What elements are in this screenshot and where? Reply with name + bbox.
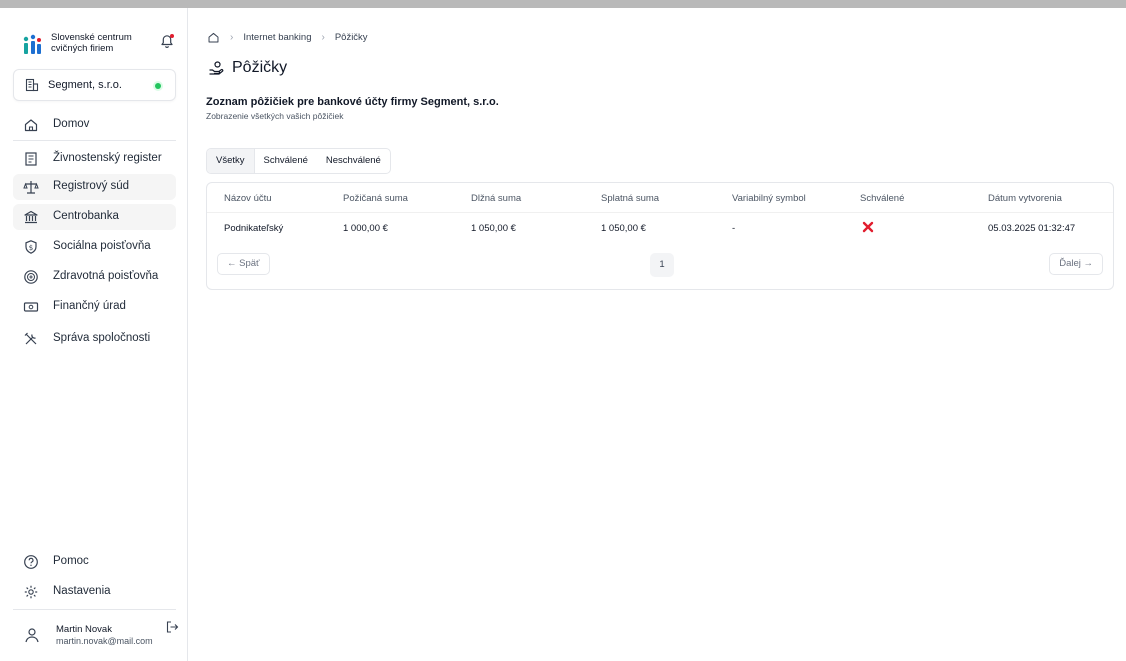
column-header: Splatná suma xyxy=(601,193,660,204)
cell-account: Podnikateľský xyxy=(224,223,284,234)
cross-icon xyxy=(862,221,874,233)
column-header: Dlžná suma xyxy=(471,193,522,204)
cell-due: 1 050,00 € xyxy=(601,223,646,234)
pagination-next-button[interactable]: Ďalej → xyxy=(1049,253,1103,275)
column-header: Názov účtu xyxy=(224,193,272,204)
sidebar-item-label: Domov xyxy=(53,118,90,130)
home-icon[interactable] xyxy=(207,31,220,44)
sidebar-item-home[interactable]: Domov xyxy=(13,112,176,138)
filter-tab-approved[interactable]: Schválené xyxy=(255,149,317,173)
loan-icon xyxy=(209,61,224,75)
filter-tabs: Všetky Schválené Neschválené xyxy=(206,148,391,174)
pagination-next-label: Ďalej xyxy=(1059,258,1081,269)
shield-icon: $ xyxy=(25,240,37,254)
sidebar-item-company-management[interactable]: Správa spoločnosti xyxy=(13,326,176,352)
bell-icon[interactable] xyxy=(158,32,176,50)
sidebar-item-tax-office[interactable]: Finančný úrad xyxy=(13,294,176,320)
filter-tab-all[interactable]: Všetky xyxy=(207,149,255,173)
company-switcher[interactable]: Segment, s.r.o. xyxy=(13,69,176,101)
pagination-prev-button[interactable]: ← Späť xyxy=(217,253,270,275)
main-content: › Internet banking › Pôžičky Pôžičky Zoz… xyxy=(189,8,1126,661)
svg-text:$: $ xyxy=(29,244,33,252)
bank-icon xyxy=(24,210,38,224)
sidebar-item-health-insurance[interactable]: Zdravotná poisťovňa xyxy=(13,264,176,290)
pagination-prev-label: Späť xyxy=(239,258,260,269)
column-header: Dátum vytvorenia xyxy=(988,193,1062,204)
user-profile[interactable]: Martin Novak martin.novak@mail.com xyxy=(13,620,179,660)
list-title: Zoznam pôžičiek pre bankové účty firmy S… xyxy=(206,96,499,108)
sidebar-item-help[interactable]: Pomoc xyxy=(13,549,176,575)
sidebar-item-label: Živnostenský register xyxy=(53,152,162,164)
sidebar: Slovenské centrum cvičných firiem Segmen… xyxy=(0,8,188,661)
status-dot xyxy=(155,83,161,89)
cell-variable-symbol: - xyxy=(732,223,736,234)
scales-icon xyxy=(23,181,39,194)
scf-logo-icon xyxy=(23,34,41,54)
building-icon xyxy=(25,78,39,92)
breadcrumb-item-current: Pôžičky xyxy=(334,31,368,43)
sidebar-item-centrobanka[interactable]: Centrobanka xyxy=(13,204,176,230)
filter-tab-unapproved[interactable]: Neschválené xyxy=(317,149,390,173)
sidebar-item-label: Registrový súd xyxy=(53,180,130,192)
sidebar-item-label: Finančný úrad xyxy=(53,300,126,312)
breadcrumb-separator: › xyxy=(230,31,234,43)
sidebar-item-label: Zdravotná poisťovňa xyxy=(53,270,159,282)
sidebar-item-label: Správa spoločnosti xyxy=(53,332,151,344)
sidebar-divider xyxy=(13,140,176,141)
sidebar-item-settings[interactable]: Nastavenia xyxy=(13,579,176,605)
sidebar-item-label: Centrobanka xyxy=(53,210,119,222)
sidebar-item-social-insurance[interactable]: $ Sociálna poisťovňa xyxy=(13,234,176,260)
cell-borrowed: 1 000,00 € xyxy=(343,223,388,234)
cell-created: 05.03.2025 01:32:47 xyxy=(988,223,1076,234)
pagination-page-1[interactable]: 1 xyxy=(650,253,674,277)
user-name: Martin Novak xyxy=(56,624,112,635)
sidebar-item-label: Pomoc xyxy=(53,555,89,567)
sidebar-item-registry-court[interactable]: Registrový súd xyxy=(13,174,176,200)
breadcrumb-item-internet-banking[interactable]: Internet banking xyxy=(243,32,311,43)
page-title: Pôžičky xyxy=(208,59,287,77)
company-name: Segment, s.r.o. xyxy=(48,79,122,91)
help-icon xyxy=(24,555,38,569)
loans-table: Názov účtu Požičaná suma Dlžná suma Spla… xyxy=(206,182,1114,290)
cash-icon xyxy=(23,302,39,312)
sidebar-divider xyxy=(13,609,176,610)
register-icon xyxy=(25,152,37,166)
logout-icon[interactable] xyxy=(165,620,179,634)
user-icon xyxy=(25,628,39,643)
cell-owed: 1 050,00 € xyxy=(471,223,516,234)
health-icon xyxy=(24,270,38,284)
sidebar-item-label: Nastavenia xyxy=(53,585,111,597)
sidebar-item-trade-register[interactable]: Živnostenský register xyxy=(13,146,176,172)
gear-icon xyxy=(24,585,38,599)
brand-name: Slovenské centrum cvičných firiem xyxy=(51,32,132,54)
column-header: Variabilný symbol xyxy=(732,193,806,204)
sidebar-item-label: Sociálna poisťovňa xyxy=(53,240,151,252)
tools-icon xyxy=(24,332,37,345)
column-header: Schválené xyxy=(860,193,905,204)
user-email: martin.novak@mail.com xyxy=(56,636,153,646)
page-title-text: Pôžičky xyxy=(232,59,288,76)
column-header: Požičaná suma xyxy=(343,193,408,204)
breadcrumb-separator: › xyxy=(321,31,325,43)
list-subtitle: Zobrazenie všetkých vašich pôžičiek xyxy=(206,111,344,121)
breadcrumb: › Internet banking › Pôžičky xyxy=(207,30,368,44)
home-icon xyxy=(24,119,38,132)
table-header: Názov účtu Požičaná suma Dlžná suma Spla… xyxy=(207,183,1113,213)
